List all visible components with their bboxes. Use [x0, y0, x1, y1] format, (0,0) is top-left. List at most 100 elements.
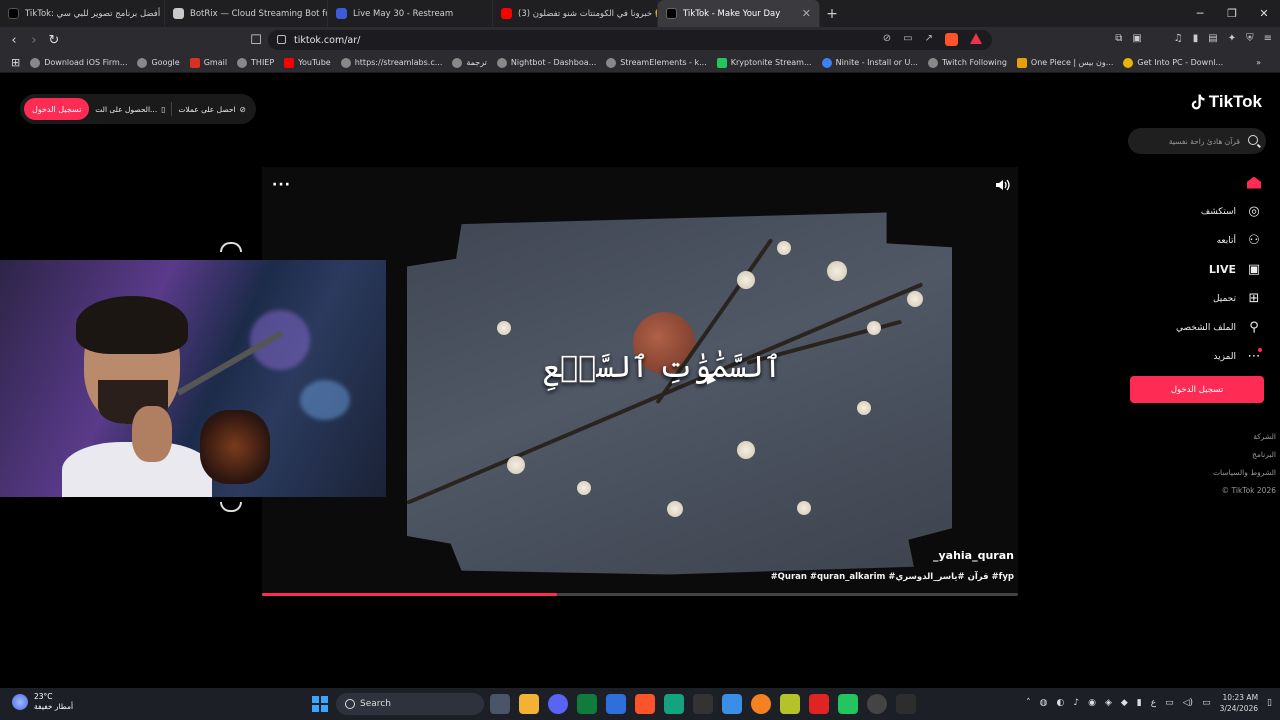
bookmark-streamlabs[interactable]: https://streamlabs.c...	[336, 57, 448, 68]
reload-icon[interactable]: ↻	[44, 30, 64, 50]
obs-icon[interactable]	[867, 694, 887, 714]
tray-app-icon[interactable]: ◍	[1040, 698, 1048, 708]
screenshot-icon[interactable]: ▣	[1132, 33, 1141, 44]
tab-restream[interactable]: Live May 30 - Restream	[328, 0, 493, 27]
forward-icon[interactable]: ›	[24, 30, 44, 50]
vpn-icon[interactable]: ⛨	[1246, 33, 1254, 44]
brave-rewards-icon[interactable]	[970, 33, 982, 44]
block-icon[interactable]: ⊘	[883, 33, 891, 46]
extensions-icon[interactable]: ⧉	[1115, 33, 1122, 44]
sidebar-item-explore[interactable]: استكشف ◎	[1122, 197, 1262, 226]
sidebar-item-upload[interactable]: تحميل ⊞	[1122, 284, 1262, 313]
leo-ai-icon[interactable]: ✦	[1228, 33, 1236, 44]
get-coins-link[interactable]: احصل على عملات ⊘	[178, 105, 246, 114]
bookmark-streamelements[interactable]: StreamElements - k...	[601, 57, 711, 68]
maximize-icon[interactable]: ❐	[1216, 0, 1248, 27]
headset-icon[interactable]: ♪	[1073, 698, 1079, 708]
search-input[interactable]: قرآن هادئ راحة نفسية	[1128, 128, 1266, 154]
terminal-icon[interactable]	[896, 694, 916, 714]
tab-botrix[interactable]: BotRix — Cloud Streaming Bot for Tw	[165, 0, 328, 27]
top-login-button[interactable]: تسجيل الدخول	[24, 98, 90, 120]
bookmark-kryptonite[interactable]: Kryptonite Stream...	[712, 57, 817, 68]
close-window-icon[interactable]: ✕	[1248, 0, 1280, 27]
footer-program-link[interactable]: البرنامج	[1213, 446, 1276, 464]
more-bookmarks-icon[interactable]: »	[1251, 58, 1266, 67]
bookmark-icon[interactable]: ☐	[246, 30, 266, 50]
app-icon[interactable]	[780, 694, 800, 714]
tab-youtube[interactable]: (3) خبرونا في الكومنتات شنو تفضلون 🍔	[493, 0, 658, 27]
menu-icon[interactable]: ≡	[1264, 33, 1272, 44]
url-field[interactable]: tiktok.com/ar/ ⊘ ▭ ↗	[268, 30, 992, 50]
file-explorer-icon[interactable]	[519, 694, 539, 714]
tab-tiktok-active[interactable]: TikTok - Make Your Day ✕	[658, 0, 820, 27]
music-icon[interactable]: ♫	[1174, 33, 1183, 44]
tray-app-icon[interactable]: ◆	[1121, 698, 1128, 708]
sidebar-item-profile[interactable]: الملف الشخصي ⚲	[1122, 313, 1262, 342]
weather-widget[interactable]: 23°C أمطار خفيفة	[12, 692, 73, 712]
brave-taskbar-icon[interactable]	[635, 694, 655, 714]
volume-icon[interactable]	[994, 178, 1010, 192]
video-progress-bar[interactable]	[262, 593, 1018, 596]
bookmark-translate[interactable]: ترجمة	[447, 57, 492, 68]
bookmark-nightbot[interactable]: Nightbot - Dashboa...	[492, 57, 601, 68]
back-icon[interactable]: ‹	[4, 30, 24, 50]
video-caption[interactable]: #Quran #quran_alkarim #قرآن #ياسر_الدوسر…	[771, 572, 1014, 582]
sidebar-item-following[interactable]: أتابعه ⚇	[1122, 226, 1262, 255]
footer-terms-link[interactable]: الشروط والسياسات	[1213, 464, 1276, 482]
tray-app-icon[interactable]: ◈	[1105, 698, 1112, 708]
steam-icon[interactable]: ◉	[1088, 698, 1096, 708]
sidebar-item-more[interactable]: المزيد ⋯	[1122, 342, 1262, 371]
search-icon[interactable]	[1248, 135, 1258, 145]
bookmark-ios-firmware[interactable]: Download iOS Firm...	[25, 57, 132, 68]
store-icon[interactable]	[606, 694, 626, 714]
app-icon[interactable]	[722, 694, 742, 714]
bookmark-thiep[interactable]: THIEP	[232, 57, 279, 68]
footer-company-link[interactable]: الشركة	[1213, 428, 1276, 446]
app-icon[interactable]	[664, 694, 684, 714]
share-icon[interactable]: ↗	[925, 33, 933, 46]
taskbar-search[interactable]: Search	[336, 693, 484, 715]
app-icon[interactable]	[838, 694, 858, 714]
bookmark-google[interactable]: Google	[132, 57, 184, 68]
tab-tiktok-pc[interactable]: TikTok: أفضل برنامج تصوير للبي سي	[0, 0, 165, 27]
clock[interactable]: 10:23 AM 3/24/2026	[1220, 692, 1258, 714]
app-icon[interactable]	[751, 694, 771, 714]
tiktok-logo[interactable]: TikTok	[1188, 92, 1262, 112]
battery-icon[interactable]: ▭	[1202, 698, 1211, 708]
speaker-icon[interactable]: ◁)	[1183, 698, 1193, 708]
sidebar-login-button[interactable]: تسجيل الدخول	[1130, 376, 1264, 403]
site-info-icon[interactable]	[277, 35, 286, 44]
app-icon[interactable]	[693, 694, 713, 714]
tray-app-icon[interactable]: ◐	[1056, 698, 1064, 708]
bookmark-gmail[interactable]: Gmail	[185, 57, 232, 68]
minimize-icon[interactable]: ─	[1184, 0, 1216, 27]
language-indicator[interactable]: ع	[1151, 698, 1156, 708]
cam-corner-icon	[220, 502, 242, 512]
bookmark-ninite[interactable]: Ninite - Install or U...	[817, 57, 923, 68]
tray-overflow-icon[interactable]: ˄	[1026, 698, 1031, 708]
sidebar-item-live[interactable]: LIVE ▣	[1122, 255, 1262, 284]
mic-icon[interactable]: ▮	[1137, 698, 1142, 708]
bookmark-onepiece[interactable]: One Piece | ون بيس...	[1012, 57, 1119, 68]
app-icon[interactable]	[809, 694, 829, 714]
bookmark-getintopc[interactable]: Get Into PC - Downl...	[1118, 57, 1228, 68]
new-tab-button[interactable]: +	[820, 0, 844, 27]
video-more-icon[interactable]: ···	[272, 177, 291, 193]
bookmark-twitch[interactable]: Twitch Following	[923, 57, 1012, 68]
excel-icon[interactable]	[577, 694, 597, 714]
close-tab-icon[interactable]: ✕	[802, 7, 811, 20]
cast-icon[interactable]: ▭	[903, 33, 912, 46]
discord-icon[interactable]	[548, 694, 568, 714]
windows-start-icon[interactable]	[312, 696, 328, 712]
task-view-icon[interactable]	[490, 694, 510, 714]
notifications-icon[interactable]: ▯	[1267, 698, 1272, 708]
apps-grid-icon[interactable]: ⊞	[6, 56, 25, 69]
sidebar-item-home[interactable]	[1122, 168, 1262, 197]
get-app-link[interactable]: الحصول على الت... ▯	[95, 105, 165, 114]
brave-shields-icon[interactable]	[945, 33, 958, 46]
network-icon[interactable]: ▭	[1165, 698, 1174, 708]
bookmark-youtube[interactable]: YouTube	[279, 57, 336, 68]
sidebar-icon[interactable]: ▮	[1193, 33, 1199, 44]
video-author[interactable]: _yahia_quran	[933, 549, 1014, 562]
wallet-icon[interactable]: ▤	[1208, 33, 1217, 44]
